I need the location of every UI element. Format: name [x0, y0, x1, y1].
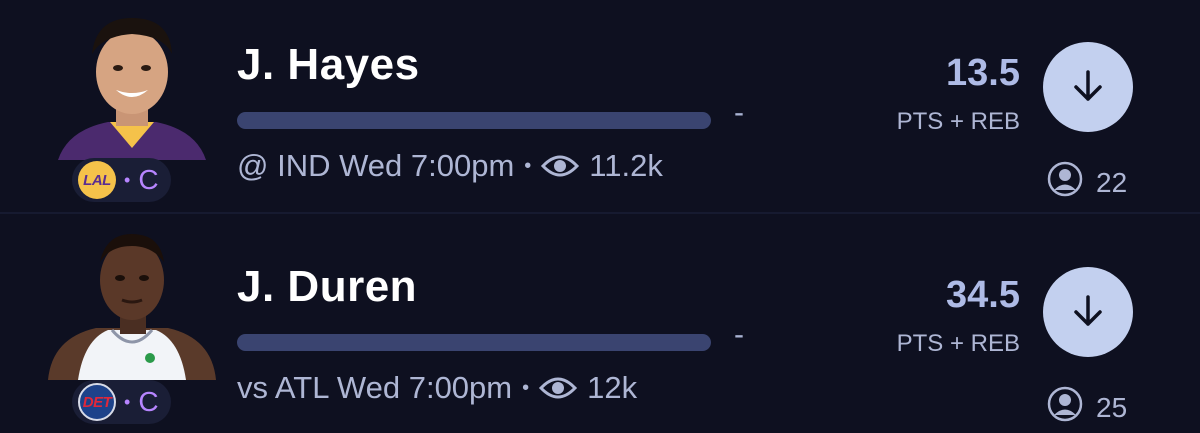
player-headshot	[48, 230, 216, 380]
prop-line-value: 13.5	[946, 52, 1020, 94]
progress-value: -	[734, 318, 744, 351]
team-position-tag: DET • C	[72, 380, 171, 424]
eye-icon	[539, 375, 578, 401]
progress-value: -	[734, 96, 744, 129]
progress-bar	[237, 112, 711, 129]
eye-icon	[541, 153, 580, 179]
pick-under-button[interactable]	[1043, 42, 1133, 132]
game-matchup-time: @ IND Wed 7:00pm	[237, 148, 515, 183]
user-icon	[1046, 385, 1084, 430]
pick-count: 22	[1046, 160, 1127, 205]
view-count: 11.2k	[589, 148, 663, 183]
game-info: vs ATL Wed 7:00pm • 12k	[237, 370, 637, 406]
pick-count: 25	[1046, 385, 1127, 430]
prop-line-value: 34.5	[946, 274, 1020, 316]
game-info: @ IND Wed 7:00pm • 11.2k	[237, 148, 663, 184]
team-logo-lal: LAL	[78, 161, 116, 199]
pick-count-value: 22	[1096, 166, 1128, 198]
game-matchup-time: vs ATL Wed 7:00pm	[237, 370, 513, 405]
prop-stat-label: PTS + REB	[896, 330, 1020, 357]
player-name: J. Duren	[237, 262, 418, 311]
player-prop-list: LAL • C J. Hayes - @ IND Wed 7:00pm • 11…	[0, 0, 1200, 433]
separator-dot: •	[124, 169, 131, 190]
pick-under-button[interactable]	[1043, 267, 1133, 357]
separator-dot: •	[124, 391, 131, 412]
progress-bar	[237, 334, 711, 351]
player-headshot	[48, 10, 216, 160]
player-card[interactable]: DET • C J. Duren - vs ATL Wed 7:00pm • 1…	[0, 222, 1200, 432]
arrow-down-icon	[1068, 291, 1108, 334]
pick-count-value: 25	[1096, 391, 1128, 423]
separator-dot: •	[522, 376, 530, 399]
player-card[interactable]: LAL • C J. Hayes - @ IND Wed 7:00pm • 11…	[0, 0, 1200, 210]
team-logo-det: DET	[78, 383, 116, 421]
player-position: C	[138, 164, 159, 195]
view-count: 12k	[587, 370, 638, 405]
card-divider	[0, 212, 1200, 214]
separator-dot: •	[524, 154, 532, 177]
prop-stat-label: PTS + REB	[896, 108, 1020, 135]
arrow-down-icon	[1068, 66, 1108, 109]
team-position-tag: LAL • C	[72, 158, 171, 202]
player-position: C	[138, 386, 159, 417]
player-name: J. Hayes	[237, 40, 420, 89]
user-icon	[1046, 160, 1084, 205]
